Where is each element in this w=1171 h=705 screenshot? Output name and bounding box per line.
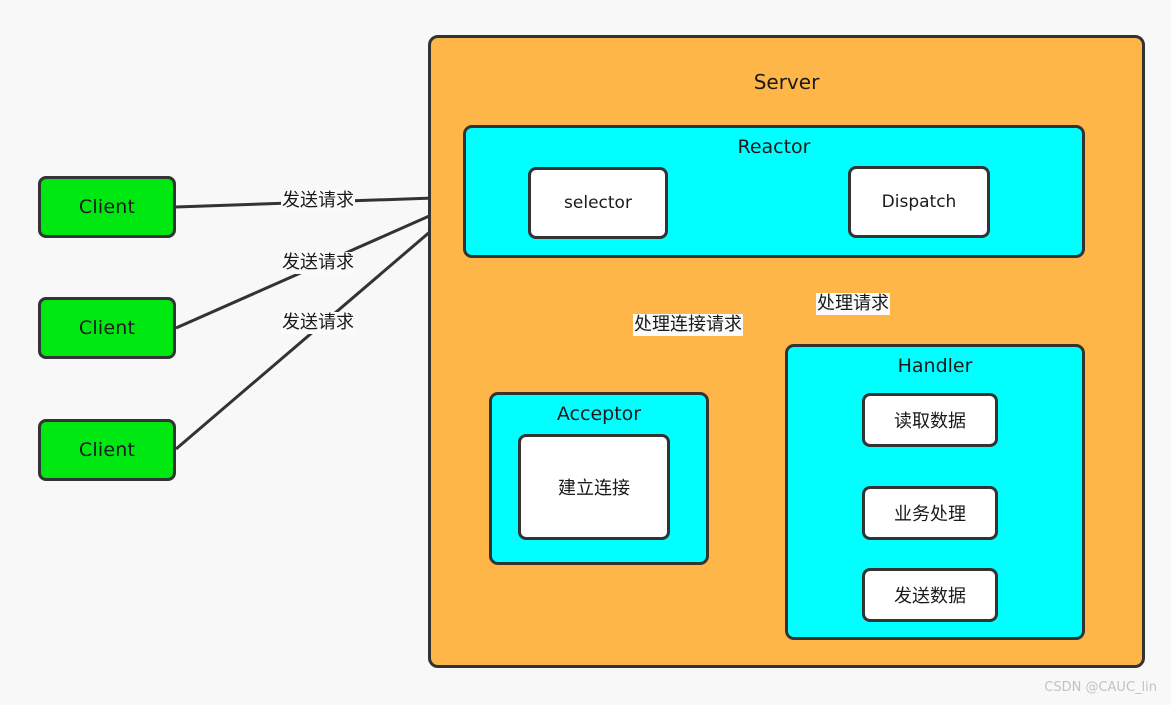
diagram-canvas: Server Client Client Client Reactor selector D… [0,0,1171,705]
client-label: Client [78,317,136,339]
reactor-to-acceptor-label: 处理连接请求 [633,314,743,336]
reactor-item-1: selector [528,167,668,239]
client-3-to-reactor-label: 发送请求 [281,312,355,334]
reactor-item-label: Dispatch [881,192,957,212]
client-2-to-reactor-label: 发送请求 [281,252,355,274]
reactor-to-handler-label: 处理请求 [816,293,890,315]
reactor-item-2: Dispatch [848,166,990,238]
handler-item-3: 发送数据 [862,568,998,622]
client-node-3: Client [38,419,176,481]
handler-item-2: 业务处理 [862,486,998,540]
handler-item-label: 发送数据 [894,586,966,607]
handler-title: Handler [897,355,973,377]
acceptor-item-1: 建立连接 [518,434,670,540]
reactor-item-label: selector [564,193,632,213]
handler-item-label: 读取数据 [894,411,966,432]
server-title: Server [753,70,820,94]
reactor-title: Reactor [737,136,811,158]
watermark: CSDN @CAUC_lin [1044,680,1157,695]
acceptor-item-label: 建立连接 [558,478,630,499]
client-node-2: Client [38,297,176,359]
client-node-1: Client [38,176,176,238]
handler-item-label: 业务处理 [894,504,966,525]
client-1-to-reactor-label: 发送请求 [281,190,355,212]
client-label: Client [78,196,136,218]
acceptor-title: Acceptor [556,403,642,425]
handler-item-1: 读取数据 [862,393,998,447]
client-label: Client [78,439,136,461]
